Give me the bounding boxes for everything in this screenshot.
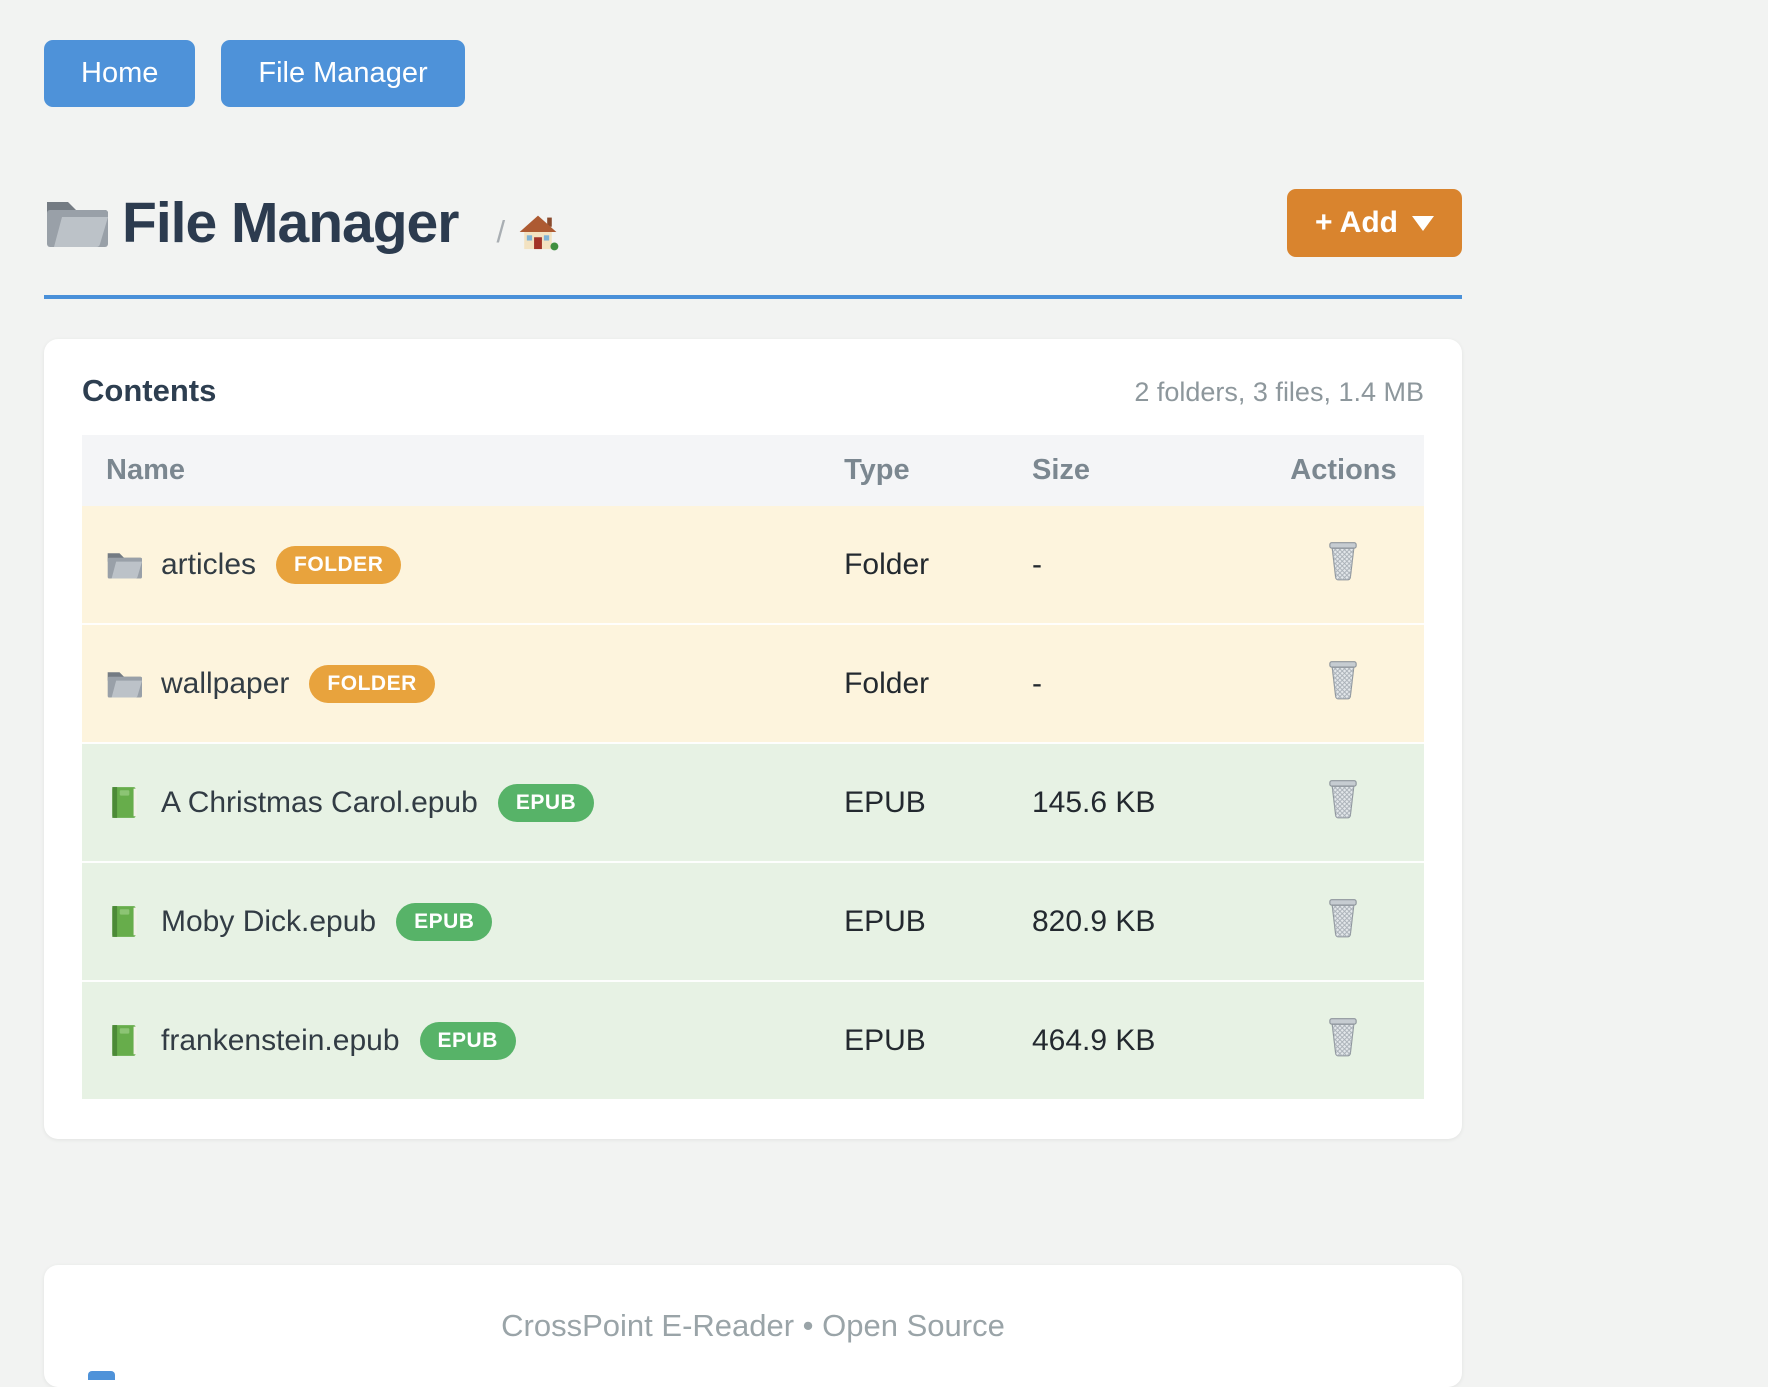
green-book-icon xyxy=(106,1024,142,1058)
contents-summary: 2 folders, 3 files, 1.4 MB xyxy=(1134,377,1424,408)
column-header-size: Size xyxy=(1008,435,1263,506)
file-name[interactable]: articles xyxy=(161,548,256,582)
table-row[interactable]: wallpaper FOLDER Folder - xyxy=(82,624,1424,743)
green-book-icon xyxy=(106,905,142,939)
caret-down-icon xyxy=(1412,216,1434,231)
trash-icon xyxy=(1326,659,1360,700)
column-header-actions: Actions xyxy=(1263,435,1424,506)
folder-icon xyxy=(44,195,108,251)
partial-element-bottom-edge xyxy=(88,1371,115,1380)
type-badge: EPUB xyxy=(498,784,594,822)
type-badge: EPUB xyxy=(396,903,492,941)
contents-panel: Contents 2 folders, 3 files, 1.4 MB Name… xyxy=(44,339,1462,1139)
size-cell: - xyxy=(1008,506,1263,624)
footer: CrossPoint E-Reader • Open Source xyxy=(44,1265,1462,1387)
file-table: Name Type Size Actions articles FOLDER F… xyxy=(82,435,1424,1099)
table-row[interactable]: A Christmas Carol.epub EPUB EPUB 145.6 K… xyxy=(82,743,1424,862)
green-book-icon xyxy=(106,786,142,820)
home-icon[interactable] xyxy=(517,212,559,252)
trash-icon xyxy=(1326,1016,1360,1057)
delete-button[interactable] xyxy=(1326,1016,1360,1060)
file-name[interactable]: frankenstein.epub xyxy=(161,1024,400,1058)
size-cell: 145.6 KB xyxy=(1008,743,1263,862)
type-cell: Folder xyxy=(820,624,1008,743)
page-header: File Manager / + Add xyxy=(44,177,1462,269)
type-cell: Folder xyxy=(820,506,1008,624)
home-button[interactable]: Home xyxy=(44,40,195,107)
delete-button[interactable] xyxy=(1326,778,1360,822)
type-cell: EPUB xyxy=(820,743,1008,862)
type-badge: FOLDER xyxy=(309,665,434,703)
add-button[interactable]: + Add xyxy=(1287,189,1462,257)
delete-button[interactable] xyxy=(1326,659,1360,703)
type-cell: EPUB xyxy=(820,862,1008,981)
size-cell: 464.9 KB xyxy=(1008,981,1263,1099)
folder-icon xyxy=(106,548,142,582)
trash-icon xyxy=(1326,897,1360,938)
type-badge: EPUB xyxy=(420,1022,516,1060)
table-row[interactable]: articles FOLDER Folder - xyxy=(82,506,1424,624)
trash-icon xyxy=(1326,778,1360,819)
column-header-name: Name xyxy=(82,435,820,506)
delete-button[interactable] xyxy=(1326,540,1360,584)
footer-text: CrossPoint E-Reader • Open Source xyxy=(501,1308,1005,1344)
accent-divider xyxy=(44,295,1462,299)
table-header-row: Name Type Size Actions xyxy=(82,435,1424,506)
delete-button[interactable] xyxy=(1326,897,1360,941)
size-cell: 820.9 KB xyxy=(1008,862,1263,981)
page-title: File Manager xyxy=(122,190,458,256)
table-row[interactable]: frankenstein.epub EPUB EPUB 464.9 KB xyxy=(82,981,1424,1099)
page-content: Home File Manager File Manager / + Add C… xyxy=(44,0,1462,1387)
trash-icon xyxy=(1326,540,1360,581)
panel-title: Contents xyxy=(82,373,216,409)
breadcrumb-separator: / xyxy=(496,214,505,250)
file-name[interactable]: A Christmas Carol.epub xyxy=(161,786,478,820)
file-name[interactable]: wallpaper xyxy=(161,667,289,701)
file-name[interactable]: Moby Dick.epub xyxy=(161,905,376,939)
size-cell: - xyxy=(1008,624,1263,743)
type-cell: EPUB xyxy=(820,981,1008,1099)
type-badge: FOLDER xyxy=(276,546,401,584)
table-row[interactable]: Moby Dick.epub EPUB EPUB 820.9 KB xyxy=(82,862,1424,981)
breadcrumb: / xyxy=(496,212,559,252)
folder-icon xyxy=(106,667,142,701)
add-button-label: + Add xyxy=(1315,206,1398,240)
top-nav: Home File Manager xyxy=(44,0,1462,107)
column-header-type: Type xyxy=(820,435,1008,506)
file-manager-button[interactable]: File Manager xyxy=(221,40,464,107)
